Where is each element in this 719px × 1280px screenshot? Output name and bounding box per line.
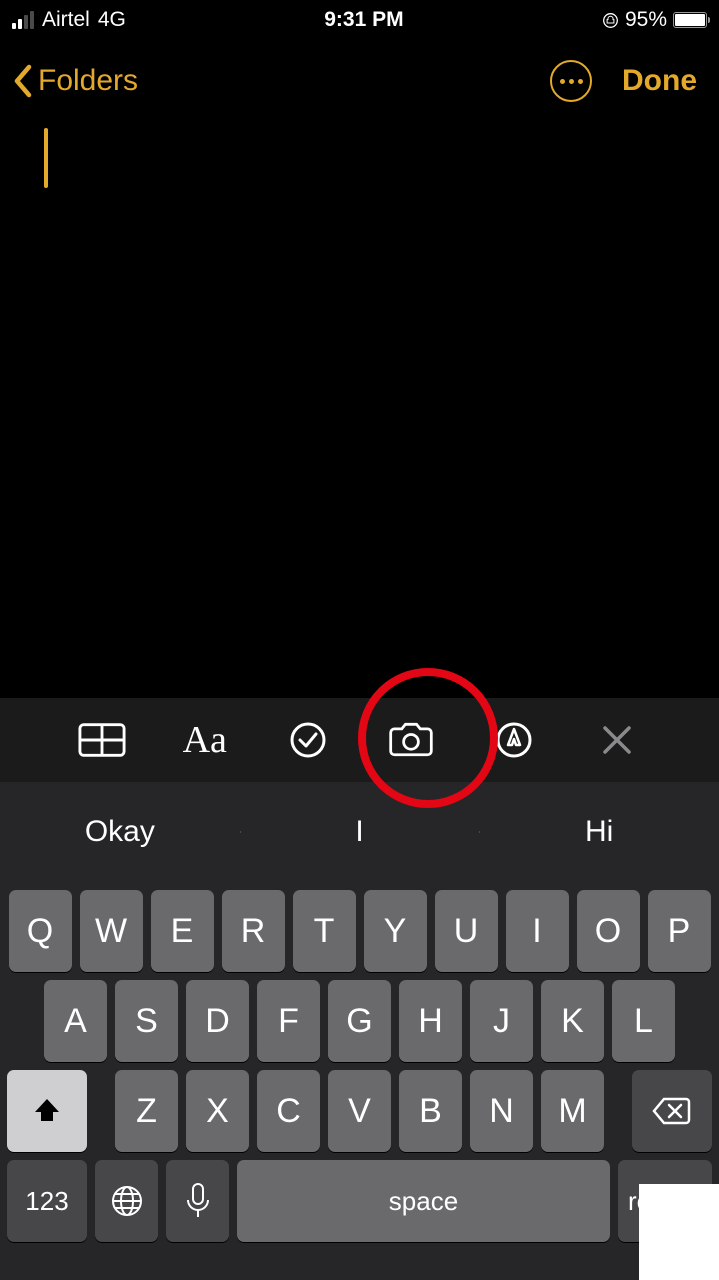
done-button[interactable]: Done xyxy=(622,64,697,98)
keyboard-accessory-bar: Aa xyxy=(0,698,719,782)
close-icon xyxy=(600,723,634,757)
key-d[interactable]: D xyxy=(186,980,249,1062)
clock: 9:31 PM xyxy=(324,8,403,32)
key-g[interactable]: G xyxy=(328,980,391,1062)
key-k[interactable]: K xyxy=(541,980,604,1062)
key-l[interactable]: L xyxy=(612,980,675,1062)
suggestion-bar: Okay I Hi xyxy=(0,782,719,882)
carrier-label: Airtel xyxy=(42,8,90,32)
dismiss-keyboard-button[interactable] xyxy=(593,716,641,764)
key-123[interactable]: 123 xyxy=(7,1160,87,1242)
shift-icon xyxy=(31,1095,63,1127)
text-format-icon: Aa xyxy=(183,718,227,762)
markup-button[interactable] xyxy=(490,716,538,764)
key-c[interactable]: C xyxy=(257,1070,320,1152)
key-row-3: Z X C V B N M xyxy=(3,1070,716,1152)
rotation-lock-icon xyxy=(602,12,619,29)
checklist-icon xyxy=(289,721,327,759)
key-mic[interactable] xyxy=(166,1160,229,1242)
network-label: 4G xyxy=(98,8,126,32)
key-m[interactable]: M xyxy=(541,1070,604,1152)
globe-icon xyxy=(109,1183,145,1219)
key-shift[interactable] xyxy=(7,1070,87,1152)
key-h[interactable]: H xyxy=(399,980,462,1062)
key-a[interactable]: A xyxy=(44,980,107,1062)
nav-bar: Folders Done xyxy=(0,40,719,112)
key-delete[interactable] xyxy=(632,1070,712,1152)
key-y[interactable]: Y xyxy=(364,890,427,972)
key-q[interactable]: Q xyxy=(9,890,72,972)
key-u[interactable]: U xyxy=(435,890,498,972)
battery-pct: 95% xyxy=(625,8,667,32)
key-j[interactable]: J xyxy=(470,980,533,1062)
camera-icon xyxy=(387,720,435,760)
battery-icon xyxy=(673,12,707,28)
chevron-left-icon xyxy=(12,63,34,99)
status-right: 95% xyxy=(602,8,707,32)
back-label: Folders xyxy=(38,64,138,98)
more-button[interactable] xyxy=(550,60,592,102)
text-cursor xyxy=(44,128,48,188)
key-n[interactable]: N xyxy=(470,1070,533,1152)
key-t[interactable]: T xyxy=(293,890,356,972)
status-left: Airtel 4G xyxy=(12,8,126,32)
suggestion-3[interactable]: Hi xyxy=(479,815,719,849)
suggestion-1[interactable]: Okay xyxy=(0,815,240,849)
key-globe[interactable] xyxy=(95,1160,158,1242)
key-x[interactable]: X xyxy=(186,1070,249,1152)
key-space[interactable]: space xyxy=(237,1160,610,1242)
key-p[interactable]: P xyxy=(648,890,711,972)
key-row-1: Q W E R T Y U I O P xyxy=(3,890,716,972)
key-b[interactable]: B xyxy=(399,1070,462,1152)
key-v[interactable]: V xyxy=(328,1070,391,1152)
markup-icon xyxy=(495,721,533,759)
key-row-2: A S D F G H J K L xyxy=(3,980,716,1062)
camera-button[interactable] xyxy=(387,716,435,764)
mic-icon xyxy=(185,1182,211,1220)
back-button[interactable]: Folders xyxy=(12,63,138,99)
key-r[interactable]: R xyxy=(222,890,285,972)
key-o[interactable]: O xyxy=(577,890,640,972)
key-f[interactable]: F xyxy=(257,980,320,1062)
key-i[interactable]: I xyxy=(506,890,569,972)
signal-icon xyxy=(12,11,34,29)
checklist-button[interactable] xyxy=(284,716,332,764)
suggestion-2[interactable]: I xyxy=(240,815,480,849)
table-button[interactable] xyxy=(78,716,126,764)
key-e[interactable]: E xyxy=(151,890,214,972)
status-bar: Airtel 4G 9:31 PM 95% xyxy=(0,0,719,40)
keyboard: Q W E R T Y U I O P A S D F G H J K L Z … xyxy=(0,882,719,1280)
key-z[interactable]: Z xyxy=(115,1070,178,1152)
key-s[interactable]: S xyxy=(115,980,178,1062)
note-editor[interactable] xyxy=(0,112,719,672)
text-format-button[interactable]: Aa xyxy=(181,716,229,764)
overlay-cutout xyxy=(639,1184,719,1280)
key-row-4: 123 space return xyxy=(3,1160,716,1242)
delete-icon xyxy=(652,1096,692,1126)
key-w[interactable]: W xyxy=(80,890,143,972)
table-icon xyxy=(78,722,126,758)
